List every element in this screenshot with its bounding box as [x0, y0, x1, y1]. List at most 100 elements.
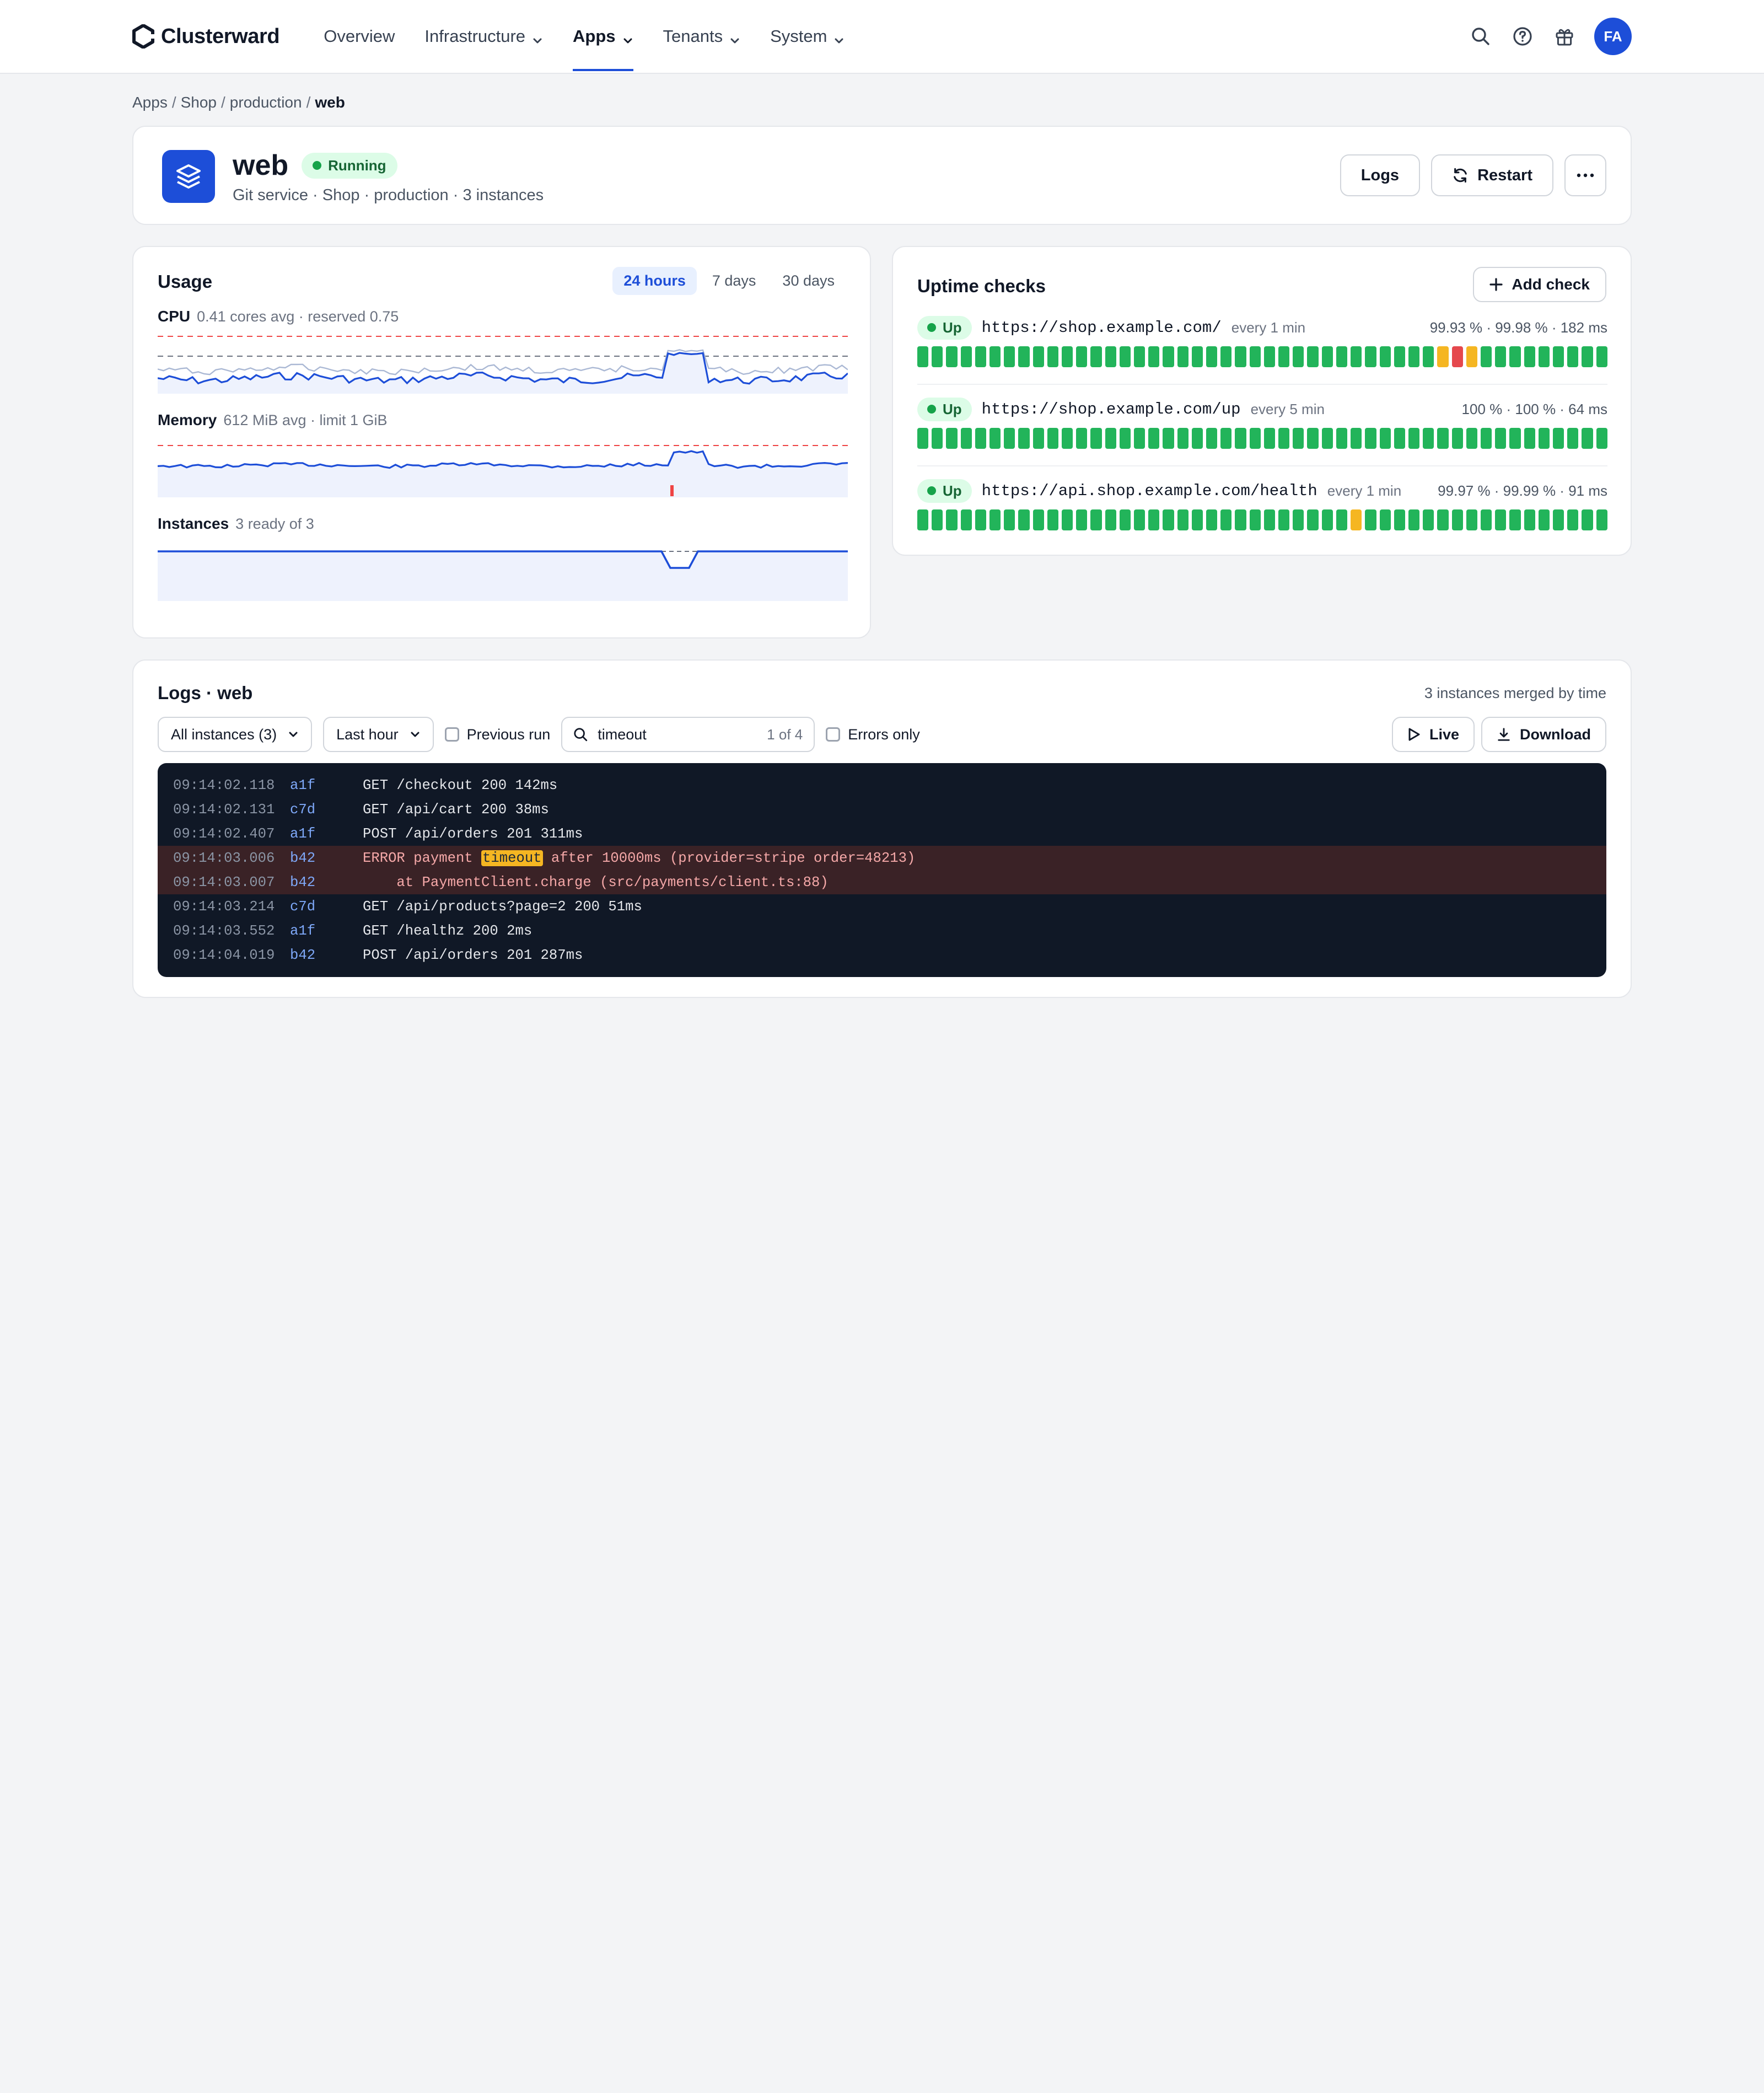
log-line[interactable]: 09:14:02.407 a1f POST /api/orders 201 311m… [158, 822, 1606, 846]
history-bar-ok[interactable] [1047, 346, 1059, 367]
log-line[interactable]: 09:14:03.214 c7d GET /api/products?page=2 … [158, 894, 1606, 919]
history-bar-ok[interactable] [989, 346, 1001, 367]
history-bar-ok[interactable] [975, 509, 987, 530]
history-bar-ok[interactable] [1567, 428, 1579, 449]
history-bar-ok[interactable] [917, 346, 929, 367]
history-bar-ok[interactable] [1379, 346, 1391, 367]
history-bar-ok[interactable] [1263, 509, 1276, 530]
history-bar-ok[interactable] [1134, 346, 1145, 367]
errors-only-checkbox-box[interactable] [826, 727, 841, 742]
history-bar-ok[interactable] [1047, 509, 1059, 530]
history-bar-ok[interactable] [932, 428, 943, 449]
history-bar-ok[interactable] [1090, 428, 1102, 449]
history-bar-ok[interactable] [1163, 428, 1174, 449]
history-bar-ok[interactable] [1148, 509, 1160, 530]
history-bar-ok[interactable] [1351, 346, 1362, 367]
download-button[interactable]: Download [1481, 717, 1606, 752]
history-bar-ok[interactable] [946, 346, 958, 367]
breadcrumb-item[interactable]: Apps [132, 94, 168, 111]
history-bar-ok[interactable] [1293, 428, 1304, 449]
help-icon[interactable] [1510, 24, 1535, 49]
history-bar-ok[interactable] [1177, 346, 1188, 367]
history-bar-ok[interactable] [1163, 346, 1174, 367]
history-bar-ok[interactable] [1451, 428, 1463, 449]
history-bar-ok[interactable] [1148, 428, 1160, 449]
log-line[interactable]: 09:14:03.552 a1f GET /healthz 200 2ms [158, 919, 1606, 943]
history-bar-ok[interactable] [1495, 509, 1507, 530]
range-tab[interactable]: 30 days [771, 267, 846, 295]
log-line[interactable]: 09:14:04.019 b42 POST /api/orders 201 287m… [158, 943, 1606, 967]
history-bar-ok[interactable] [1249, 509, 1261, 530]
history-bar-ok[interactable] [989, 428, 1001, 449]
history-bar-ok[interactable] [1408, 428, 1420, 449]
uptime-check[interactable]: Up https://shop.example.com/every 1 min 99… [917, 315, 1607, 367]
history-bar-ok[interactable] [1018, 428, 1030, 449]
user-avatar[interactable]: FA [1594, 18, 1632, 55]
history-bar-ok[interactable] [1134, 428, 1145, 449]
history-bar-ok[interactable] [946, 509, 958, 530]
nav-item-system[interactable]: System [770, 0, 845, 73]
history-bar-ok[interactable] [1148, 346, 1160, 367]
history-bar-ok[interactable] [1191, 428, 1203, 449]
history-bar-ok[interactable] [960, 428, 972, 449]
history-bar-ok[interactable] [1062, 428, 1073, 449]
log-search-input[interactable] [598, 726, 752, 743]
history-bar-ok[interactable] [1552, 346, 1564, 367]
history-bar-ok[interactable] [960, 346, 972, 367]
history-bar-ok[interactable] [1105, 509, 1116, 530]
previous-run-checkbox[interactable]: Previous run [444, 726, 550, 743]
history-bar-ok[interactable] [1582, 428, 1593, 449]
history-bar-ok[interactable] [1105, 428, 1116, 449]
history-bar-ok[interactable] [1379, 428, 1391, 449]
history-bar-ok[interactable] [1307, 346, 1319, 367]
history-bar-ok[interactable] [1206, 428, 1218, 449]
history-bar-ok[interactable] [932, 346, 943, 367]
history-bar-ok[interactable] [1408, 509, 1420, 530]
breadcrumb-item[interactable]: production [230, 94, 302, 111]
history-bar-ok[interactable] [1018, 509, 1030, 530]
history-bar-ok[interactable] [946, 428, 958, 449]
history-bar-ok[interactable] [1004, 346, 1015, 367]
logs-button[interactable]: Logs [1340, 154, 1421, 196]
nav-item-apps[interactable]: Apps [573, 0, 633, 73]
history-bar-ok[interactable] [1365, 509, 1376, 530]
history-bar-ok[interactable] [917, 428, 929, 449]
history-bar-ok[interactable] [1032, 509, 1044, 530]
history-bar-ok[interactable] [1321, 346, 1333, 367]
history-bar-ok[interactable] [1509, 346, 1521, 367]
history-bar-ok[interactable] [989, 509, 1001, 530]
range-tab[interactable]: 7 days [701, 267, 767, 295]
history-bar-ok[interactable] [1538, 509, 1550, 530]
history-bar-ok[interactable] [1394, 509, 1405, 530]
history-bar-ok[interactable] [1047, 428, 1059, 449]
history-bar-ok[interactable] [1163, 509, 1174, 530]
history-bar-ok[interactable] [1596, 428, 1607, 449]
history-bar-ok[interactable] [1032, 428, 1044, 449]
log-line[interactable]: 09:14:02.118 a1f GET /checkout 200 142ms [158, 773, 1606, 797]
history-bar-ok[interactable] [1451, 509, 1463, 530]
history-bar-ok[interactable] [1293, 346, 1304, 367]
history-bar-ok[interactable] [1365, 428, 1376, 449]
log-search-field[interactable]: 1 of 4 [561, 717, 815, 752]
history-bar-ok[interactable] [1495, 346, 1507, 367]
errors-only-checkbox[interactable]: Errors only [826, 726, 920, 743]
history-bar-ok[interactable] [1206, 509, 1218, 530]
history-bar-ok[interactable] [1032, 346, 1044, 367]
history-bar-ok[interactable] [1437, 428, 1449, 449]
live-button[interactable]: Live [1391, 717, 1475, 752]
history-bar-ok[interactable] [1278, 346, 1290, 367]
history-bar-ok[interactable] [1235, 509, 1246, 530]
history-bar-ok[interactable] [1119, 509, 1131, 530]
history-bar-ok[interactable] [1495, 428, 1507, 449]
history-bar-ok[interactable] [1596, 509, 1607, 530]
history-bar-ok[interactable] [1538, 428, 1550, 449]
uptime-check[interactable]: Up https://shop.example.com/up every 5 min… [917, 397, 1607, 449]
history-bar-ok[interactable] [1466, 509, 1477, 530]
history-bar-ok[interactable] [1480, 346, 1492, 367]
time-filter-select[interactable]: Last hour [323, 717, 434, 752]
history-bar-ok[interactable] [1004, 428, 1015, 449]
history-bar-ok[interactable] [975, 346, 987, 367]
instance-filter-select[interactable]: All instances (3) [158, 717, 313, 752]
search-icon[interactable] [1469, 24, 1493, 49]
history-bar-ok[interactable] [1177, 428, 1188, 449]
